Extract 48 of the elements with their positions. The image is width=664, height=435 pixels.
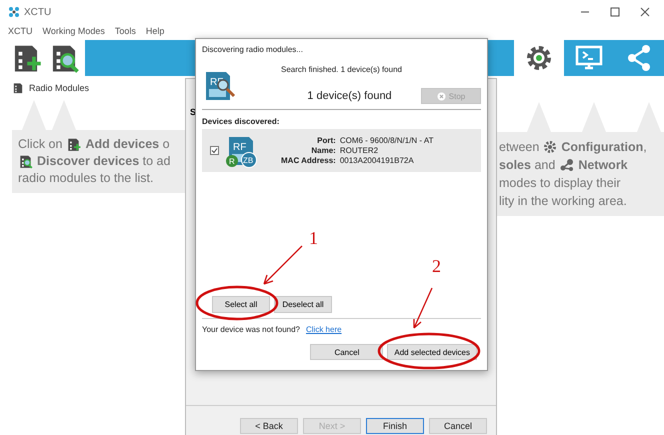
device-count: 1 device(s) found [306, 90, 393, 104]
module-icon [12, 82, 24, 94]
sidebar-title: Radio Modules [29, 83, 90, 93]
not-found-text: Your device was not found? [202, 325, 300, 334]
window-title: XCTU [24, 6, 52, 18]
wizard-button[interactable]: Finish [366, 418, 424, 434]
dialog-title: Discovering radio modules... [202, 45, 304, 54]
hint-text: lity in the working area. [499, 193, 627, 210]
hint-text: Network [578, 157, 628, 174]
dialog-button[interactable]: Cancel [310, 344, 384, 360]
module-search-icon[interactable] [18, 154, 33, 169]
device-card[interactable]: RF R ZB Port: COM6 - 9600/8/N/1/N - AT Name: ROUTER2 MAC Address: 0013A2004191B72A [202, 129, 481, 172]
click-here-link[interactable]: Click here [306, 325, 342, 334]
field-label: Name: [310, 146, 336, 155]
close-circle-icon [436, 92, 446, 100]
hint-text: soles and [499, 157, 556, 174]
dialog-button[interactable]: Add selected devices [387, 344, 477, 360]
field-label: MAC Address: [281, 156, 336, 165]
menu-item[interactable]: Help [146, 26, 164, 36]
menu-item[interactable]: Working Modes [42, 26, 105, 36]
menu-item[interactable]: XCTU [8, 26, 32, 36]
hint-text: Click on [18, 136, 62, 153]
status-text: Search finished. 1 device(s) found [281, 65, 402, 74]
wizard-button[interactable]: < Back [240, 418, 298, 434]
hint-text: modes to display their [499, 175, 621, 192]
selection-button[interactable]: Select all [212, 296, 270, 313]
annotation-number: 1 [309, 228, 318, 249]
hint-text: Add devices o [85, 136, 170, 153]
field-label: Port: [316, 136, 336, 145]
gear-icon[interactable] [524, 43, 554, 73]
annotation-number: 2 [432, 256, 441, 277]
field-value: ROUTER2 [340, 146, 380, 155]
gear-icon [543, 140, 558, 154]
hint-text: Configuration, [561, 139, 647, 156]
hint-text: radio modules to the list. [18, 170, 154, 187]
hint-text: Discover devices to ad [37, 153, 170, 170]
menu-item[interactable]: Tools [114, 26, 136, 36]
section-heading: Devices discovered: [202, 117, 280, 126]
wizard-button[interactable]: Cancel [429, 418, 487, 434]
hint-text: etween [499, 139, 540, 156]
module-add-icon[interactable] [66, 137, 82, 152]
device-checkbox[interactable] [210, 146, 219, 155]
app-logo-icon [8, 6, 20, 18]
network-icon [559, 158, 574, 172]
monitor-icon[interactable] [574, 44, 604, 72]
selection-button[interactable]: Deselect all [274, 296, 332, 313]
field-value: 0013A2004191B72A [340, 156, 415, 165]
field-value: COM6 - 9600/8/N/1/N - AT [340, 136, 434, 145]
